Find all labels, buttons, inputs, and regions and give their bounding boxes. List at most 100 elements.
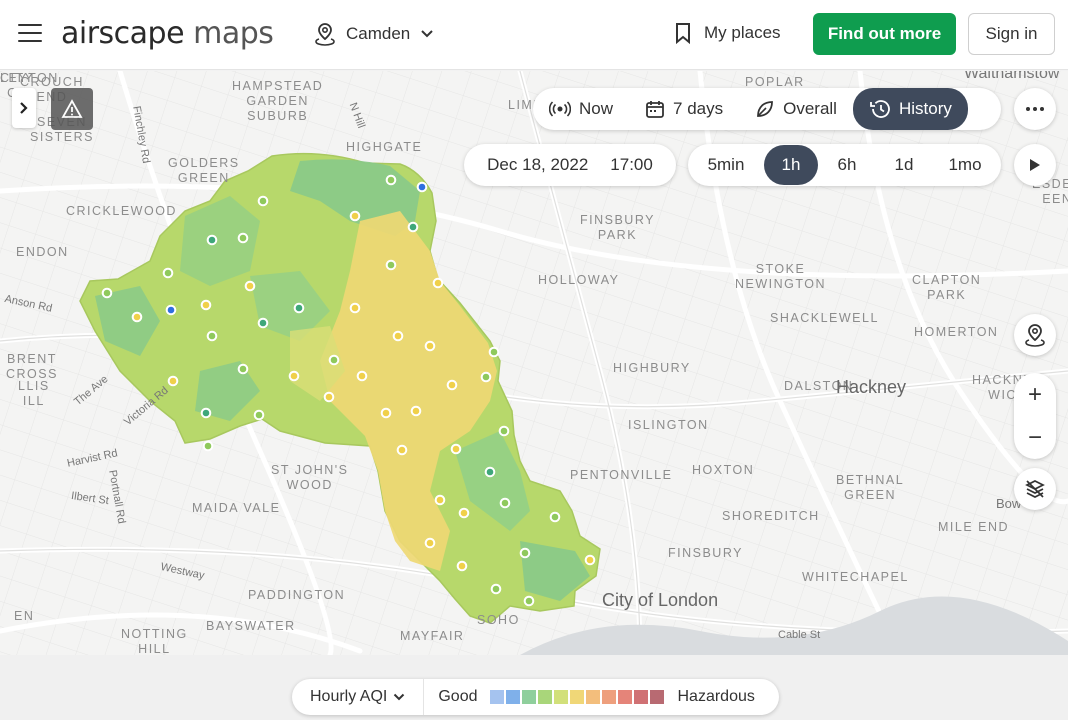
sensor-marker[interactable] bbox=[385, 174, 397, 186]
sensor-marker[interactable] bbox=[434, 494, 446, 506]
aqi-color-scale bbox=[489, 690, 664, 704]
sensor-marker[interactable] bbox=[257, 317, 269, 329]
mode-7-days[interactable]: 7 days bbox=[629, 88, 739, 130]
sensor-marker[interactable] bbox=[458, 507, 470, 519]
history-date[interactable]: Dec 18, 2022 bbox=[487, 155, 588, 175]
aqi-color-swatch bbox=[569, 690, 584, 704]
sensor-marker[interactable] bbox=[237, 232, 249, 244]
location-label: Camden bbox=[346, 24, 411, 43]
datetime-picker[interactable]: Dec 18, 2022 17:00 bbox=[464, 144, 676, 186]
sensor-marker[interactable] bbox=[349, 210, 361, 222]
layers-toggle-button[interactable] bbox=[1014, 468, 1056, 510]
sensor-marker[interactable] bbox=[323, 391, 335, 403]
legend-high-label: Hazardous bbox=[677, 688, 755, 705]
my-places-button[interactable]: My places bbox=[674, 22, 781, 44]
aqi-color-swatch bbox=[633, 690, 648, 704]
metric-selector[interactable]: Hourly AQI bbox=[292, 679, 425, 715]
aqi-color-swatch bbox=[601, 690, 616, 704]
aqi-color-swatch bbox=[649, 690, 664, 704]
sensor-marker[interactable] bbox=[432, 277, 444, 289]
sensor-marker[interactable] bbox=[356, 370, 368, 382]
sensor-marker[interactable] bbox=[200, 299, 212, 311]
expand-panel-button[interactable] bbox=[12, 88, 36, 128]
aqi-legend: Hourly AQI Good Hazardous bbox=[292, 679, 779, 715]
zoom-in-button[interactable]: + bbox=[1014, 373, 1056, 416]
aqi-color-swatch bbox=[617, 690, 632, 704]
interval-option[interactable]: 1mo bbox=[932, 145, 998, 185]
aqi-color-swatch bbox=[585, 690, 600, 704]
zoom-out-button[interactable]: − bbox=[1014, 416, 1056, 459]
aqi-color-swatch bbox=[505, 690, 520, 704]
locate-button[interactable] bbox=[1014, 314, 1056, 356]
sensor-marker[interactable] bbox=[424, 340, 436, 352]
sensor-marker[interactable] bbox=[380, 407, 392, 419]
logo-main: airscape bbox=[61, 16, 185, 51]
sensor-marker[interactable] bbox=[523, 595, 535, 607]
sensor-marker[interactable] bbox=[165, 304, 177, 316]
interval-option[interactable]: 6h bbox=[818, 145, 876, 185]
layers-off-icon bbox=[1025, 480, 1045, 498]
sensor-marker[interactable] bbox=[392, 330, 404, 342]
sensor-marker[interactable] bbox=[244, 280, 256, 292]
sensor-marker[interactable] bbox=[484, 466, 496, 478]
leaf-icon bbox=[757, 101, 774, 117]
sensor-marker[interactable] bbox=[200, 407, 212, 419]
location-selector[interactable]: Camden bbox=[314, 22, 434, 46]
interval-option[interactable]: 1d bbox=[876, 145, 932, 185]
metric-label: Hourly AQI bbox=[310, 688, 388, 705]
menu-icon[interactable] bbox=[18, 24, 42, 44]
interval-option[interactable]: 1h bbox=[764, 145, 818, 185]
sensor-marker[interactable] bbox=[396, 444, 408, 456]
history-time[interactable]: 17:00 bbox=[610, 155, 653, 175]
logo[interactable]: airscape maps bbox=[61, 16, 274, 51]
sensor-marker[interactable] bbox=[498, 425, 510, 437]
sensor-marker[interactable] bbox=[385, 259, 397, 271]
sensor-marker[interactable] bbox=[131, 311, 143, 323]
sensor-marker[interactable] bbox=[293, 302, 305, 314]
sensor-marker[interactable] bbox=[167, 375, 179, 387]
sensor-marker[interactable] bbox=[424, 537, 436, 549]
sensor-marker[interactable] bbox=[206, 234, 218, 246]
sensor-marker[interactable] bbox=[416, 181, 428, 193]
aqi-color-swatch bbox=[537, 690, 552, 704]
sensor-marker[interactable] bbox=[488, 346, 500, 358]
sensor-marker[interactable] bbox=[206, 330, 218, 342]
zoom-control: + − bbox=[1014, 373, 1056, 459]
sensor-marker[interactable] bbox=[446, 379, 458, 391]
sensor-marker[interactable] bbox=[349, 302, 361, 314]
more-options-button[interactable] bbox=[1014, 88, 1056, 130]
sensor-marker[interactable] bbox=[410, 405, 422, 417]
chevron-right-icon bbox=[20, 102, 28, 114]
sensor-marker[interactable] bbox=[499, 497, 511, 509]
sensor-marker[interactable] bbox=[257, 195, 269, 207]
mode-selector: Now 7 days Overall History bbox=[533, 88, 1001, 130]
sensor-marker[interactable] bbox=[101, 287, 113, 299]
mode-now[interactable]: Now bbox=[533, 88, 629, 130]
sensor-marker[interactable] bbox=[202, 440, 214, 452]
sensor-marker[interactable] bbox=[162, 267, 174, 279]
sensor-marker[interactable] bbox=[253, 409, 265, 421]
sensor-marker[interactable] bbox=[288, 370, 300, 382]
sensor-marker[interactable] bbox=[456, 560, 468, 572]
mode-history[interactable]: History bbox=[852, 88, 968, 130]
find-out-more-button[interactable]: Find out more bbox=[813, 13, 956, 55]
mode-overall[interactable]: Overall bbox=[739, 88, 853, 130]
aqi-color-swatch bbox=[489, 690, 504, 704]
sensor-marker[interactable] bbox=[549, 511, 561, 523]
sensor-marker[interactable] bbox=[490, 583, 502, 595]
interval-option[interactable]: 5min bbox=[688, 145, 764, 185]
sensor-marker[interactable] bbox=[237, 363, 249, 375]
sensor-marker[interactable] bbox=[480, 371, 492, 383]
sensor-marker[interactable] bbox=[450, 443, 462, 455]
play-icon bbox=[1030, 159, 1040, 171]
sign-in-button[interactable]: Sign in bbox=[968, 13, 1055, 55]
play-button[interactable] bbox=[1014, 144, 1056, 186]
sensor-marker[interactable] bbox=[328, 354, 340, 366]
logo-sub: maps bbox=[193, 16, 274, 51]
alert-button[interactable] bbox=[51, 88, 93, 130]
sensor-marker[interactable] bbox=[407, 221, 419, 233]
warning-icon bbox=[61, 99, 83, 118]
map-canvas[interactable]: HAMPSTEAD GARDEN SUBURB GOLDERS GREEN HIGH… bbox=[0, 71, 1068, 655]
sensor-marker[interactable] bbox=[519, 547, 531, 559]
sensor-marker[interactable] bbox=[584, 554, 596, 566]
